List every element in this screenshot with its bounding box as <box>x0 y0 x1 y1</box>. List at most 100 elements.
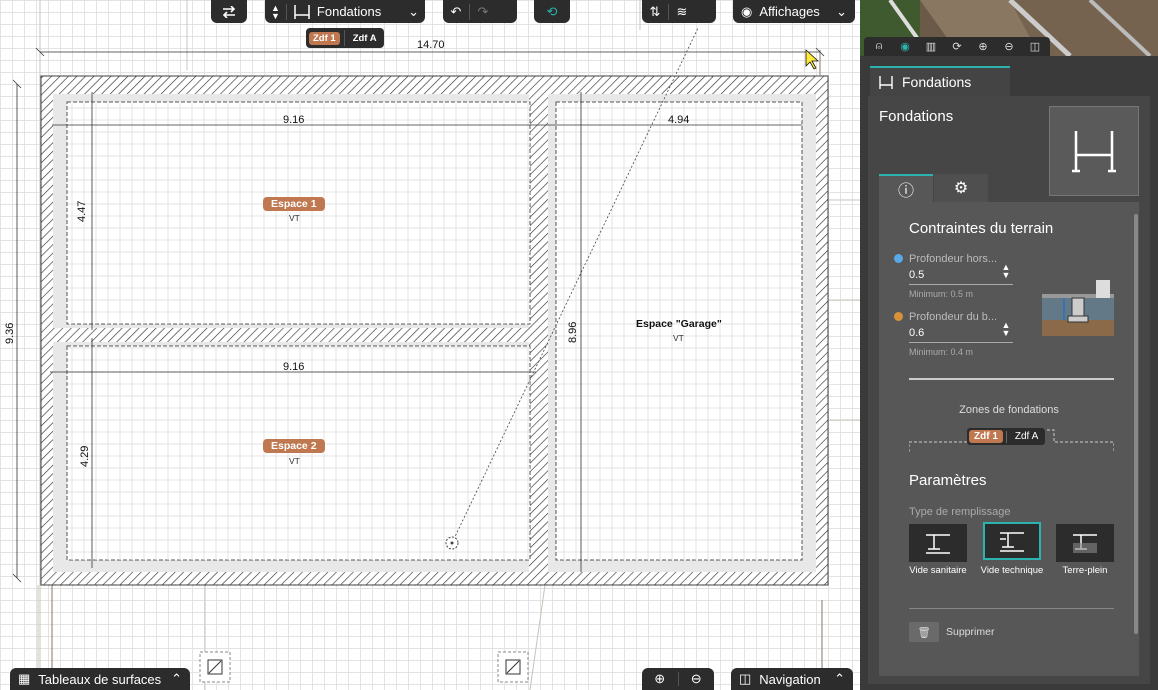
divider <box>909 378 1114 380</box>
view-toolbar: ⍝ ◉ ▥ ⟳ ⊕ ⊖ ◫ <box>864 37 1050 56</box>
room-label-espace-1[interactable]: Espace 1 <box>263 197 325 211</box>
room-sub-garage: VT <box>673 333 684 343</box>
3d-preview[interactable]: ⍝ ◉ ▥ ⟳ ⊕ ⊖ ◫ <box>860 0 1158 56</box>
sort-icon: ▲ ▼ <box>271 2 280 21</box>
scrollbar[interactable] <box>1134 214 1138 634</box>
gear-icon: ⚙ <box>953 180 969 197</box>
person-icon[interactable]: ⍝ <box>866 40 892 53</box>
fill-label-terre-plein: Terre-plein <box>1062 565 1108 576</box>
trash-icon: 🗑 <box>909 622 939 642</box>
history-group: ↶ ↷ <box>443 0 517 23</box>
undo-icon[interactable]: ↶ <box>443 1 469 23</box>
fill-label-vide-sanitaire: Vide sanitaire <box>909 565 967 576</box>
eye-icon: ◉ <box>741 3 753 19</box>
elevation-icon[interactable]: ⇅ <box>642 1 668 23</box>
zone-chip-zdfa[interactable]: Zdf A <box>349 32 381 45</box>
crawlspace-icon <box>926 534 950 554</box>
dim-room2-width: 9.16 <box>283 361 305 373</box>
mouse-icon: ◫ <box>739 671 752 686</box>
field1-color-dot <box>894 254 903 263</box>
layers-group: ⇅ ≋ <box>642 0 716 23</box>
foundation-icon <box>879 75 893 89</box>
display-menu[interactable]: ◉ Affichages ⌄ <box>733 0 855 23</box>
field1-stepper[interactable]: ▲ ▼ <box>1001 263 1011 280</box>
foundation-thumbnail <box>1049 106 1139 196</box>
panel-body: Fondations ⓘ ⚙ Contraintes du terrain Pr… <box>868 96 1150 684</box>
info-icon: ⓘ <box>897 183 914 200</box>
field2-stepper[interactable]: ▲ ▼ <box>1001 321 1011 338</box>
tool-selector[interactable]: ▲ ▼ Fondations ⌄ <box>265 0 425 23</box>
dim-room1-height: 4.47 <box>76 200 88 222</box>
eye-icon[interactable]: ◉ <box>892 40 918 53</box>
building-icon[interactable]: ▥ <box>918 40 944 53</box>
field1-label: Profondeur hors... <box>909 253 998 265</box>
field2-color-dot <box>894 312 903 321</box>
field1-underline <box>909 284 1013 285</box>
surfaces-label: Tableaux de surfaces <box>38 671 162 687</box>
navigation-toggle[interactable]: ◫ Navigation ⌃ <box>731 668 853 690</box>
fill-option-vide-sanitaire[interactable] <box>909 524 967 562</box>
redo-icon[interactable]: ↷ <box>470 1 496 23</box>
field2-label: Profondeur du b... <box>909 311 998 323</box>
zoom-in-icon[interactable]: ⊕ <box>642 671 678 687</box>
zone-chip-zdf1[interactable]: Zdf 1 <box>969 430 1003 443</box>
chevron-up-icon: ⌃ <box>834 671 845 686</box>
dim-total-height: 9.36 <box>4 322 16 344</box>
foundation-thumbnail-icon <box>1072 131 1116 173</box>
zone-selector[interactable]: Zdf 1 Zdf A <box>306 28 384 48</box>
fill-label-vide-technique: Vide technique <box>980 565 1044 576</box>
plan-canvas[interactable]: 14.70 9.16 4.94 9.16 4.47 4.29 8.96 9.36… <box>0 0 860 690</box>
field2-underline <box>909 342 1013 343</box>
delete-button[interactable]: 🗑 Supprimer <box>909 622 994 642</box>
fill-option-vide-technique[interactable] <box>983 522 1041 560</box>
tab-label: Fondations <box>902 74 972 90</box>
room-sub-espace-1: VT <box>289 213 300 223</box>
zoom-in-icon[interactable]: ⊕ <box>970 40 996 53</box>
panel-title: Fondations <box>879 108 954 125</box>
field1-hint: Minimum: 0.5 m <box>909 289 974 299</box>
fill-option-terre-plein[interactable] <box>1056 524 1114 562</box>
table-icon: ▦ <box>18 671 31 686</box>
field2-hint: Minimum: 0.4 m <box>909 347 974 357</box>
zoom-out-icon[interactable]: ⊖ <box>678 671 714 687</box>
mouse-icon[interactable]: ◫ <box>1022 40 1048 53</box>
app: 14.70 9.16 4.94 9.16 4.47 4.29 8.96 9.36… <box>0 0 1158 690</box>
separator <box>343 30 345 46</box>
zoom-out-icon[interactable]: ⊖ <box>996 40 1022 53</box>
solid-ground-icon <box>1073 534 1097 553</box>
chevron-down-icon: ⌄ <box>836 3 847 19</box>
navigation-label: Navigation <box>759 671 821 687</box>
magnet-button[interactable]: ⟲ <box>534 0 570 23</box>
room-label-espace-2[interactable]: Espace 2 <box>263 439 325 453</box>
rotate-icon[interactable]: ⟳ <box>944 40 970 53</box>
dim-garage-width: 4.94 <box>668 114 690 126</box>
field1-input[interactable]: 0.5 <box>909 269 924 281</box>
surfaces-table-toggle[interactable]: ▦ Tableaux de surfaces ⌃ <box>10 668 190 690</box>
fill-type-label: Type de remplissage <box>909 506 1011 518</box>
foundation-diagram <box>1042 280 1114 336</box>
field2-input[interactable]: 0.6 <box>909 327 924 339</box>
room-label-garage[interactable]: Espace "Garage" <box>636 318 722 330</box>
settings-pane: Contraintes du terrain Profondeur hors..… <box>879 202 1139 676</box>
room-sub-espace-2: VT <box>289 456 300 466</box>
delete-label: Supprimer <box>946 626 995 638</box>
swap-icon <box>222 5 236 18</box>
divider <box>909 608 1114 609</box>
tab-settings[interactable]: ⚙ <box>934 174 988 202</box>
dim-total-width: 14.70 <box>417 39 445 51</box>
swap-button[interactable] <box>211 0 247 23</box>
params-title: Paramètres <box>909 472 987 489</box>
chevron-up-icon: ⌃ <box>171 671 182 686</box>
layers-icon[interactable]: ≋ <box>669 1 695 23</box>
foundation-icon <box>294 4 310 19</box>
tab-info[interactable]: ⓘ <box>879 174 933 202</box>
display-label: Affichages <box>759 4 820 19</box>
zone-chip-zdf1[interactable]: Zdf 1 <box>309 31 340 45</box>
tab-fondations[interactable]: Fondations <box>870 66 1010 96</box>
dim-garage-height: 8.96 <box>567 321 579 343</box>
zones-title: Zones de fondations <box>959 404 1059 416</box>
zone-chip-zdfa[interactable]: Zdf A <box>1010 430 1043 443</box>
separator <box>285 3 287 20</box>
constraints-title: Contraintes du terrain <box>909 220 1054 237</box>
floor-plan <box>12 0 860 690</box>
